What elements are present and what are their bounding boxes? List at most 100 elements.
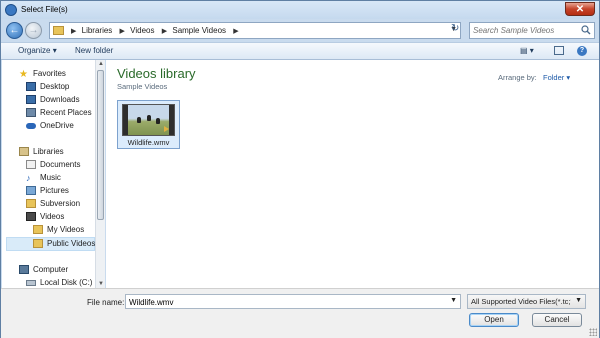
nav-documents[interactable]: Documents	[26, 160, 80, 172]
navigation-pane: ★ Favorites Desktop Downloads Recent Plac…	[2, 60, 95, 288]
file-name-field[interactable]	[129, 297, 429, 307]
scroll-down-icon[interactable]: ▼	[98, 281, 104, 287]
nav-pictures[interactable]: Pictures	[26, 186, 69, 198]
address-bar[interactable]: ▶ Libraries ▶ Videos ▶ Sample Videos ▶ ▼	[49, 22, 461, 39]
chevron-right-icon[interactable]: ▶	[162, 28, 167, 35]
nav-label: Recent Places	[40, 108, 92, 117]
videos-icon	[26, 212, 36, 222]
nav-music[interactable]: ♪ Music	[26, 173, 61, 185]
nav-label: Favorites	[33, 69, 66, 78]
file-list-pane: Videos library Sample Videos Arrange by:…	[106, 60, 599, 288]
navigation-bar: ← → ▶ Libraries ▶ Videos ▶ Sample Videos…	[1, 19, 599, 41]
title-bar: Select File(s) ✕	[1, 1, 599, 19]
nav-label: Public Videos	[47, 239, 95, 248]
nav-videos[interactable]: Videos	[26, 212, 64, 224]
app-icon	[5, 4, 17, 16]
chevron-down-icon[interactable]: ▼	[450, 297, 457, 304]
bird	[137, 117, 141, 123]
nav-desktop[interactable]: Desktop	[26, 82, 69, 94]
forward-button[interactable]: →	[25, 22, 42, 39]
file-type-value: All Supported Video Files(*.tc;*.	[471, 297, 571, 306]
change-view-button[interactable]: ▤ ▾	[520, 46, 542, 55]
folder-icon	[33, 239, 43, 249]
file-type-filter[interactable]: All Supported Video Files(*.tc;*. ▼	[467, 294, 586, 309]
open-button[interactable]: Open	[469, 313, 519, 327]
chevron-down-icon: ▾	[52, 46, 57, 55]
nav-label: Downloads	[40, 95, 80, 104]
dialog-footer: File name: ▼ All Supported Video Files(*…	[1, 288, 599, 338]
breadcrumb-sample-videos[interactable]: Sample Videos	[172, 26, 226, 35]
file-name-label: File name:	[87, 298, 125, 307]
breadcrumb-libraries[interactable]: Libraries	[82, 26, 113, 35]
nav-label: Desktop	[40, 82, 70, 91]
chevron-right-icon[interactable]: ▶	[71, 28, 76, 35]
help-icon[interactable]: ?	[577, 46, 587, 56]
search-input[interactable]	[473, 25, 573, 36]
view-icon: ▤	[520, 46, 528, 55]
nav-label: Computer	[33, 265, 69, 274]
chevron-down-icon: ▾	[566, 73, 571, 82]
nav-label: Local Disk (C:)	[40, 278, 93, 287]
downloads-icon	[26, 95, 36, 105]
nav-favorites[interactable]: ★ Favorites	[19, 69, 66, 81]
organize-button[interactable]: Organize ▾	[18, 46, 57, 55]
pictures-icon	[26, 186, 36, 196]
video-thumbnail	[122, 104, 175, 136]
nav-label: Videos	[40, 212, 65, 221]
nav-label: OneDrive	[40, 121, 74, 130]
star-icon: ★	[19, 69, 28, 81]
bird	[147, 115, 151, 121]
arrange-by-label: Arrange by:	[498, 73, 537, 82]
film-strip	[169, 105, 174, 135]
arrange-by-dropdown[interactable]: Folder ▾	[543, 73, 570, 82]
arrange-by-value: Folder	[543, 73, 565, 82]
new-folder-button[interactable]: New folder	[75, 46, 113, 55]
nav-label: Subversion	[40, 199, 81, 208]
nav-public-videos[interactable]: Public Videos	[6, 237, 95, 251]
close-button[interactable]: ✕	[565, 2, 595, 16]
music-icon: ♪	[26, 173, 31, 184]
preview-pane-button[interactable]	[554, 46, 564, 55]
nav-label: My Videos	[47, 225, 85, 234]
refresh-icon: ↻	[451, 23, 460, 34]
nav-libraries[interactable]: Libraries	[19, 147, 64, 159]
nav-label: Music	[40, 173, 61, 182]
chevron-down-icon: ▼	[575, 297, 582, 304]
scroll-up-icon[interactable]: ▲	[98, 61, 104, 67]
breadcrumb-videos[interactable]: Videos	[130, 26, 154, 35]
breadcrumb: ▶ Libraries ▶ Videos ▶ Sample Videos ▶	[68, 26, 242, 35]
refresh-button[interactable]: ↻	[451, 23, 464, 36]
search-icon	[581, 25, 591, 35]
file-dialog: Select File(s) ✕ ← → ▶ Libraries ▶ Video…	[0, 0, 600, 338]
resize-grip[interactable]	[589, 328, 597, 336]
nav-local-disk[interactable]: Local Disk (C:)	[26, 278, 92, 288]
back-button[interactable]: ←	[6, 22, 23, 39]
bird	[156, 118, 160, 124]
folder-icon	[53, 26, 64, 35]
desktop-icon	[26, 82, 36, 92]
nav-label: Libraries	[33, 147, 64, 156]
file-name: Wildlife.wmv	[127, 138, 170, 147]
chevron-right-icon[interactable]: ▶	[120, 28, 125, 35]
arrow-right-icon: →	[28, 25, 39, 36]
nav-label: Documents	[40, 160, 81, 169]
nav-onedrive[interactable]: OneDrive	[26, 121, 74, 133]
arrow-left-icon: ←	[9, 25, 20, 36]
drive-icon	[26, 279, 36, 286]
cloud-icon	[26, 122, 36, 129]
window-title: Select File(s)	[21, 5, 68, 14]
nav-subversion[interactable]: Subversion	[26, 199, 80, 211]
nav-computer[interactable]: Computer	[19, 265, 68, 277]
cancel-button[interactable]: Cancel	[532, 313, 582, 327]
nav-downloads[interactable]: Downloads	[26, 95, 80, 107]
chevron-right-icon[interactable]: ▶	[233, 28, 238, 35]
scrollbar-thumb[interactable]	[97, 70, 104, 220]
file-name-combobox[interactable]: ▼	[125, 294, 461, 309]
nav-recent-places[interactable]: Recent Places	[26, 108, 92, 120]
folder-icon	[33, 225, 43, 235]
file-item[interactable]: Wildlife.wmv	[117, 100, 180, 149]
nav-scrollbar[interactable]: ▲ ▼	[95, 60, 105, 288]
nav-my-videos[interactable]: My Videos	[33, 225, 84, 237]
search-box[interactable]	[469, 22, 595, 39]
organize-label: Organize	[18, 46, 51, 55]
